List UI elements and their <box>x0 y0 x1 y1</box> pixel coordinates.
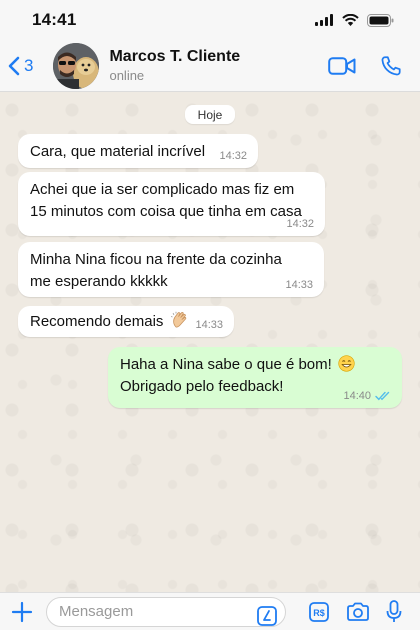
message-incoming[interactable]: Cara, que material incrível 14:32 <box>18 134 258 168</box>
message-input[interactable] <box>46 596 286 627</box>
wifi-icon <box>342 14 359 26</box>
contact-status: online <box>109 68 145 83</box>
message-text-line: 15 minutos com coisa que tinha em casa <box>30 203 302 220</box>
grinning-emoji <box>338 355 355 372</box>
battery-icon <box>367 13 394 27</box>
message-outgoing[interactable]: Haha a Nina sabe o que é bom! Obrigado p… <box>108 347 402 408</box>
status-bar: 14:41 <box>0 0 420 40</box>
header-actions <box>328 55 402 77</box>
svg-text:R$: R$ <box>313 608 325 618</box>
message-time: 14:33 <box>195 319 223 331</box>
signal-icon <box>315 14 333 26</box>
plus-icon[interactable] <box>10 600 34 624</box>
back-button[interactable]: 3 <box>8 56 33 76</box>
phone-icon[interactable] <box>380 55 402 77</box>
read-ticks-icon <box>375 391 390 401</box>
message-time: 14:33 <box>285 279 313 291</box>
contact-name: Marcos T. Cliente <box>109 48 241 65</box>
date-separator: Hoje <box>185 105 235 124</box>
message-text: Cara, que material incrível <box>30 143 206 160</box>
unread-count: 3 <box>24 55 34 75</box>
message-text-line: Minha Nina ficou na frente da cozinha <box>30 251 282 268</box>
avatar-photo <box>53 42 100 89</box>
video-call-icon[interactable] <box>328 56 356 76</box>
avatar[interactable] <box>53 42 100 89</box>
message-time: 14:32 <box>286 218 314 230</box>
camera-icon[interactable] <box>346 602 370 622</box>
microphone-icon[interactable] <box>386 599 402 624</box>
composer-actions: R$ <box>308 599 402 624</box>
composer: R$ <box>0 592 420 630</box>
status-icons <box>315 13 394 27</box>
message-text-line: me esperando kkkkk <box>30 273 168 290</box>
message-text: Haha a Nina sabe o que é bom! <box>120 356 332 373</box>
message-incoming[interactable]: Achei que ia ser complicado mas fiz em 1… <box>18 172 325 236</box>
clapping-hands-emoji <box>170 311 186 328</box>
payment-icon[interactable]: R$ <box>308 601 330 623</box>
contact-info[interactable]: Marcos T. Cliente online <box>109 48 240 83</box>
sticker-icon[interactable] <box>256 605 278 627</box>
message-incoming[interactable]: Minha Nina ficou na frente da cozinha me… <box>18 242 324 297</box>
message-time: 14:32 <box>219 150 247 162</box>
message-meta: 14:40 <box>343 390 391 402</box>
back-chevron-icon <box>8 56 20 75</box>
chat-header: 3 Marcos T. Cliente online <box>0 40 420 92</box>
message-text: Recomendo demais <box>30 313 164 330</box>
message-time: 14:40 <box>343 390 371 402</box>
status-time: 14:41 <box>32 10 77 29</box>
message-text-line: Haha a Nina sabe o que é bom! <box>120 354 390 376</box>
message-text-line: Achei que ia ser complicado mas fiz em <box>30 181 295 198</box>
message-incoming[interactable]: Recomendo demais 14:33 <box>18 306 234 337</box>
message-list[interactable]: Hoje Cara, que material incrível 14:32 A… <box>0 92 420 592</box>
